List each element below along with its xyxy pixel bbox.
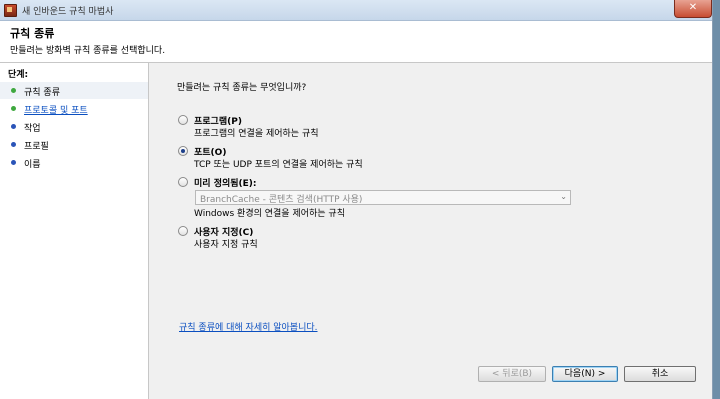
predefined-select-value: BranchCache - 콘텐츠 검색(HTTP 사용)	[200, 195, 363, 205]
cancel-button[interactable]: 취소	[624, 366, 696, 382]
steps-sidebar: 단계: 규칙 종류 프로토콜 및 포트 작업 프로필 이름	[0, 63, 149, 399]
steps-heading: 단계:	[8, 70, 29, 80]
option-program-desc: 프로그램의 연결을 제어하는 규칙	[194, 129, 319, 139]
step-name: 이름	[0, 154, 148, 171]
radio-custom[interactable]	[178, 226, 188, 236]
step-status-dot-icon	[11, 124, 16, 129]
rule-type-question: 만들려는 규칙 종류는 무엇입니까?	[177, 83, 307, 93]
step-status-dot-icon	[11, 106, 16, 111]
step-label: 프로필	[24, 142, 49, 152]
step-action: 작업	[0, 118, 148, 135]
back-button[interactable]: < 뒤로(B)	[478, 366, 546, 382]
step-profile: 프로필	[0, 136, 148, 153]
option-custom-desc: 사용자 지정 규칙	[194, 240, 258, 250]
step-status-dot-icon	[11, 88, 16, 93]
radio-port[interactable]	[178, 146, 188, 156]
step-label: 규칙 종류	[24, 88, 60, 98]
firewall-app-icon	[4, 4, 17, 17]
step-label: 이름	[24, 160, 41, 170]
title-bar[interactable]: 새 인바운드 규칙 마법사 ✕	[0, 0, 712, 21]
radio-program[interactable]	[178, 115, 188, 125]
option-port-desc: TCP 또는 UDP 포트의 연결을 제어하는 규칙	[194, 160, 363, 170]
page-subtitle: 만들려는 방화벽 규칙 종류를 선택합니다.	[10, 46, 166, 56]
step-status-dot-icon	[11, 142, 16, 147]
option-predefined-desc: Windows 환경의 연결을 제어하는 규칙	[194, 209, 345, 219]
wizard-header: 규칙 종류 만들려는 방화벽 규칙 종류를 선택합니다.	[0, 21, 712, 63]
option-predefined-label[interactable]: 미리 정의됨(E):	[194, 176, 257, 189]
page-title: 규칙 종류	[10, 27, 55, 40]
learn-more-link[interactable]: 규칙 종류에 대해 자세히 알아봅니다.	[179, 320, 318, 333]
close-button[interactable]: ✕	[674, 0, 712, 18]
step-label[interactable]: 프로토콜 및 포트	[24, 103, 88, 116]
step-status-dot-icon	[11, 160, 16, 165]
next-button[interactable]: 다음(N) >	[552, 366, 618, 382]
step-label: 작업	[24, 124, 41, 134]
step-protocol-ports[interactable]: 프로토콜 및 포트	[0, 100, 148, 117]
step-rule-type: 규칙 종류	[0, 82, 148, 99]
wizard-window: 새 인바운드 규칙 마법사 ✕ 규칙 종류 만들려는 방화벽 규칙 종류를 선택…	[0, 0, 713, 399]
radio-predefined[interactable]	[178, 177, 188, 187]
predefined-rule-select[interactable]: BranchCache - 콘텐츠 검색(HTTP 사용) ⌄	[195, 190, 571, 205]
chevron-down-icon: ⌄	[560, 192, 567, 201]
wizard-content: 만들려는 규칙 종류는 무엇입니까? 프로그램(P) 프로그램의 연결을 제어하…	[149, 63, 712, 399]
window-title: 새 인바운드 규칙 마법사	[22, 7, 114, 17]
